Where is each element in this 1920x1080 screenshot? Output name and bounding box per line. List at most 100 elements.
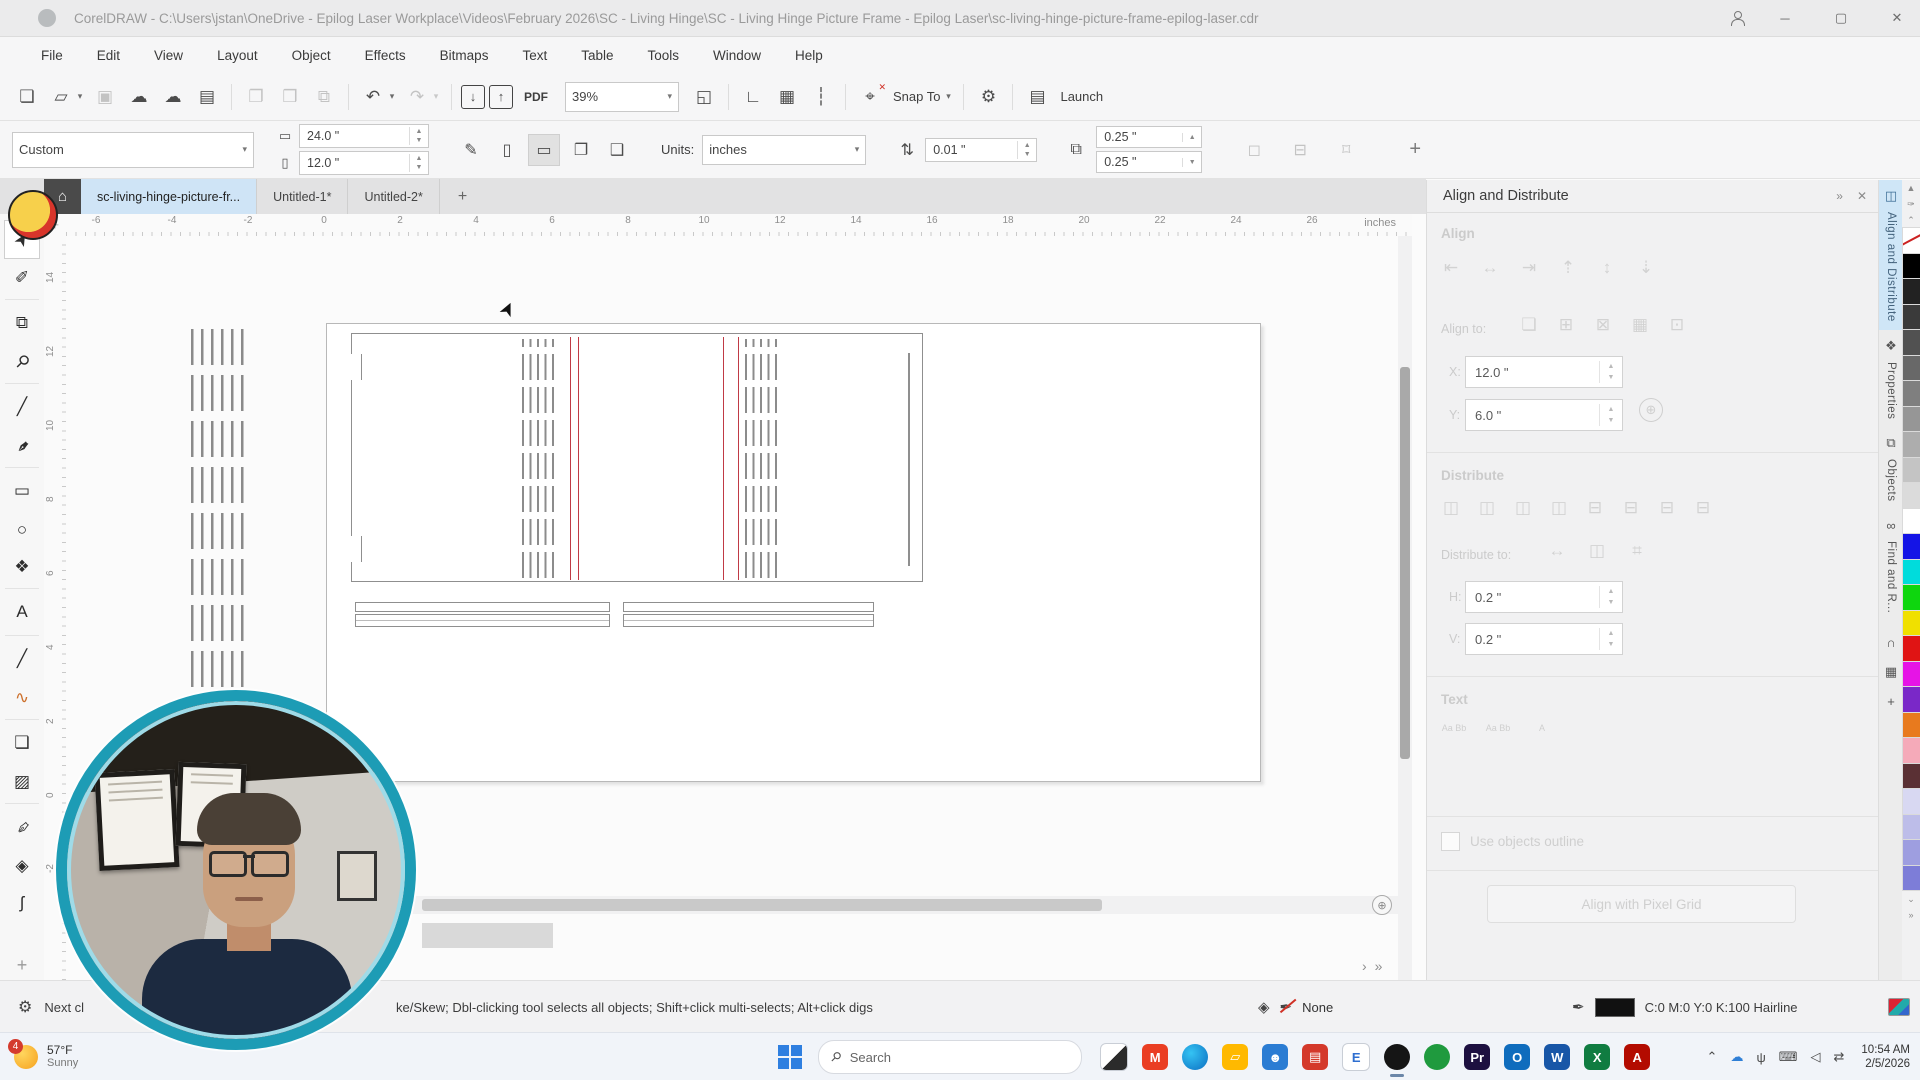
toolbar-button[interactable]: ▤	[1022, 81, 1052, 113]
property-button[interactable]: ◻	[1239, 135, 1269, 165]
docker-close-icon[interactable]: ✕	[1857, 189, 1867, 203]
stepper-icon[interactable]: ▲▼	[409, 127, 428, 145]
docker-side-tab[interactable]: ❖ Properties	[1879, 330, 1903, 427]
distribute-to-button[interactable]: ↔	[1543, 541, 1571, 561]
palette-eyedropper-icon[interactable]: ✑	[1907, 196, 1915, 212]
taskbar-app-icon[interactable]: E	[1342, 1043, 1370, 1071]
tool-button[interactable]: ✐	[5, 259, 39, 296]
toolbar-button[interactable]: ▤	[192, 81, 222, 113]
property-button[interactable]: ❑	[602, 135, 632, 165]
color-swatch[interactable]	[1902, 508, 1920, 535]
align-button[interactable]: ⇤	[1437, 258, 1465, 278]
minimize-button[interactable]: ─	[1770, 11, 1800, 26]
toolbar-button[interactable]: ∟	[738, 81, 768, 113]
align-button[interactable]: ↔	[1476, 258, 1504, 278]
color-swatch[interactable]	[1902, 865, 1920, 892]
color-swatch[interactable]	[1902, 533, 1920, 560]
align-button[interactable]: ⇣	[1632, 258, 1660, 278]
docker-extra-icon[interactable]: ▦	[1885, 664, 1897, 680]
distribute-button[interactable]: ◫	[1437, 498, 1465, 518]
tool-button[interactable]: ◈	[5, 847, 39, 884]
align-to-button[interactable]: ▦	[1626, 315, 1654, 335]
toolbar-button[interactable]: ▾	[942, 81, 954, 113]
distribute-to-button[interactable]: ⌗	[1623, 541, 1651, 561]
toolbar-button[interactable]: Launch	[1056, 81, 1107, 113]
property-button[interactable]: ❐	[566, 135, 596, 165]
tool-button[interactable]: ✒	[5, 427, 39, 464]
color-swatch[interactable]	[1902, 839, 1920, 866]
units-combo[interactable]: inches ▾	[702, 135, 866, 165]
tool-button[interactable]: ⧉	[5, 299, 39, 343]
taskbar-app-icon[interactable]	[1384, 1044, 1410, 1070]
color-swatch[interactable]	[1902, 482, 1920, 509]
distribute-h-field[interactable]: 0.2 " ▲▼	[1465, 581, 1623, 613]
menu-item[interactable]: Edit	[80, 37, 137, 73]
color-swatch[interactable]	[1902, 610, 1920, 637]
page-height-field[interactable]: 12.0 " ▲▼	[299, 151, 429, 175]
toolbar-button[interactable]: ┆	[806, 81, 836, 113]
red-score-line[interactable]	[570, 337, 571, 580]
toolbar-button[interactable]: PDF	[517, 81, 555, 113]
color-swatch[interactable]	[1902, 253, 1920, 280]
living-hinge-pattern-2[interactable]	[745, 339, 782, 578]
palette-chevron-up-icon[interactable]: ⌃	[1907, 212, 1915, 228]
stepper-icon[interactable]: ▼	[1182, 158, 1201, 167]
toolbar-button[interactable]: ▾	[386, 81, 398, 113]
toolbar-button[interactable]: ☁	[124, 81, 154, 113]
nudge-field[interactable]: 0.01 " ▲▼	[925, 138, 1037, 162]
toolbar-button[interactable]	[963, 84, 964, 110]
menu-item[interactable]: Help	[778, 37, 840, 73]
menu-item[interactable]: Tools	[631, 37, 697, 73]
customize-toolbox-button[interactable]: +	[17, 955, 28, 976]
page-preset-combo[interactable]: Custom ▾	[12, 132, 254, 168]
tray-icon[interactable]: ☁	[1730, 1049, 1743, 1065]
taskbar-app-icon[interactable]: ▤	[1302, 1044, 1328, 1070]
color-swatch[interactable]	[1902, 457, 1920, 484]
menu-item[interactable]: Layout	[200, 37, 275, 73]
frame-fold-line[interactable]	[908, 353, 910, 566]
toolbar-button[interactable]: ☁	[158, 81, 188, 113]
toolbar-button[interactable]	[845, 84, 846, 110]
toolbar-button[interactable]	[728, 84, 729, 110]
property-button[interactable]: +	[1400, 135, 1430, 165]
distribute-button[interactable]: ⊟	[1581, 498, 1609, 518]
search-input[interactable]: ⚲ Search	[818, 1040, 1082, 1074]
text-align-button[interactable]: Aa Bb	[1439, 724, 1469, 733]
vertical-scrollbar[interactable]	[1398, 236, 1412, 980]
docker-extra-icon[interactable]: ∩	[1886, 635, 1895, 650]
slat-bar[interactable]	[623, 614, 874, 627]
document-tab[interactable]: Untitled-2*	[348, 179, 439, 214]
menu-item[interactable]: Effects	[348, 37, 423, 73]
toolbar-button[interactable]: ↷	[402, 81, 432, 113]
distribute-to-button[interactable]: ◫	[1583, 541, 1611, 561]
vertical-scrollbar-thumb[interactable]	[1400, 367, 1410, 759]
color-swatch[interactable]	[1902, 763, 1920, 790]
tray-icon[interactable]: ⌃	[1707, 1049, 1718, 1065]
living-hinge-pattern-loose[interactable]	[191, 328, 250, 687]
toolbar-button[interactable]: ▾	[430, 81, 442, 113]
taskbar-app-icon[interactable]: ☻	[1262, 1044, 1288, 1070]
text-align-button[interactable]: Aa Bb	[1483, 724, 1513, 733]
docker-extra-icon[interactable]: +	[1887, 694, 1895, 709]
docker-side-tab[interactable]: ◫ Align and Distribute	[1879, 180, 1903, 330]
weather-widget[interactable]: 4 57°F Sunny	[14, 1044, 78, 1070]
red-score-line[interactable]	[723, 337, 724, 580]
outline-status-icon[interactable]: ✒	[1280, 998, 1293, 1016]
page-navigator[interactable]	[422, 923, 553, 948]
taskbar-app-icon[interactable]: O	[1504, 1044, 1530, 1070]
color-swatch[interactable]	[1902, 304, 1920, 331]
living-hinge-pattern-1[interactable]	[522, 339, 559, 578]
toolbar-button[interactable]: ◱	[689, 81, 719, 113]
tray-icon[interactable]: ◁	[1811, 1049, 1821, 1065]
palette-scroll-up-icon[interactable]: ▲	[1907, 180, 1916, 196]
property-button[interactable]: ⌑	[1331, 135, 1361, 165]
align-to-button[interactable]: ⊡	[1663, 315, 1691, 335]
tool-button[interactable]: ╱	[5, 383, 39, 427]
toolbar-button[interactable]: ⧉	[309, 81, 339, 113]
align-y-field[interactable]: 6.0 " ▲▼	[1465, 399, 1623, 431]
toolbar-button[interactable]: ↶	[358, 81, 388, 113]
slat-bar[interactable]	[355, 602, 610, 612]
color-swatch[interactable]	[1902, 661, 1920, 688]
document-tab-active[interactable]: sc-living-hinge-picture-fr...	[81, 179, 257, 214]
docker-side-tab[interactable]: ⧉ Objects	[1879, 427, 1903, 510]
